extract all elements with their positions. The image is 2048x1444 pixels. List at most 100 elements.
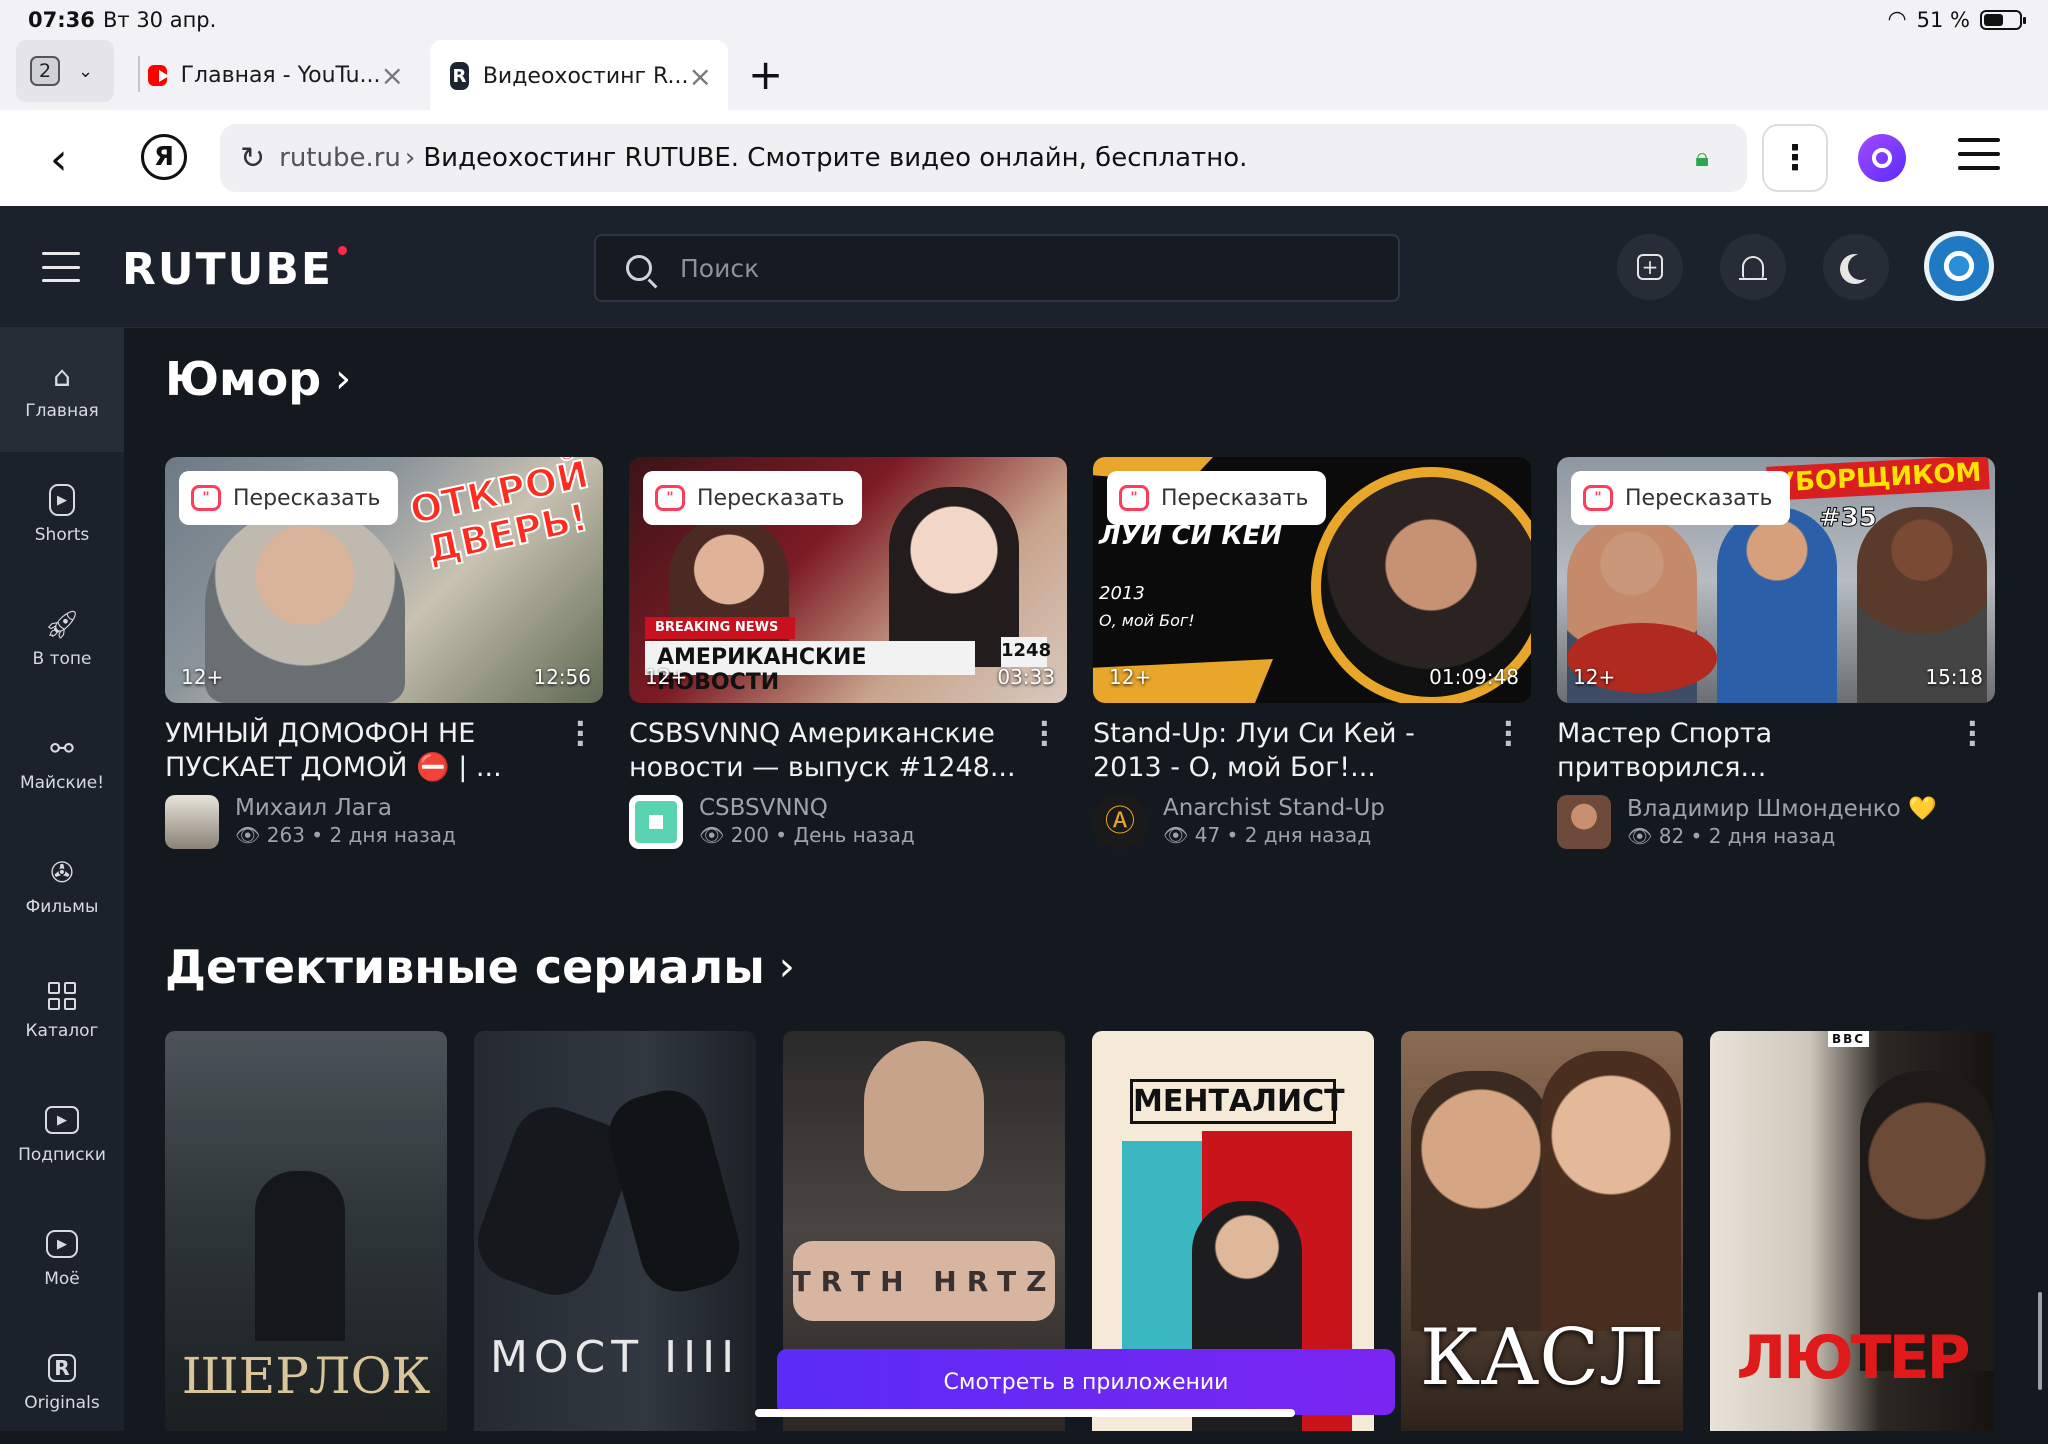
browser-menu-button[interactable]: ⋮ (1762, 124, 1828, 192)
video-thumbnail[interactable]: BREAKING NEWS АМЕРИКАНСКИЕ НОВОСТИ 1248 … (629, 457, 1067, 703)
retell-button[interactable]: " Пересказать (1571, 471, 1791, 525)
channel-avatar[interactable]: Ⓐ (1093, 795, 1147, 849)
age-rating: 12+ (645, 665, 688, 689)
retell-label: Пересказать (233, 485, 381, 511)
search-input[interactable] (680, 253, 1360, 283)
notifications-button[interactable] (1720, 234, 1786, 300)
section-title-humor[interactable]: Юмор › (165, 352, 351, 406)
search-box[interactable] (594, 234, 1400, 302)
channel-name[interactable]: Михаил Лага (235, 795, 456, 821)
tab-youtube[interactable]: Главная - YouTu... × (148, 40, 420, 110)
sidebar-item-label: Фильмы (25, 897, 99, 917)
reload-icon[interactable]: ↻ (240, 141, 265, 176)
sidebar-item-may-holidays[interactable]: ⚯ Майские! (0, 700, 124, 824)
sidebar-item-label: Моё (44, 1269, 80, 1289)
tab-switcher-button[interactable]: 2 ⌄ (16, 40, 114, 102)
channel-name[interactable]: Владимир Шмонденко 💛 (1627, 795, 1937, 822)
retell-button[interactable]: " Пересказать (1107, 471, 1327, 525)
shorts-icon: ▶ (45, 483, 79, 517)
user-avatar[interactable] (1924, 231, 1994, 301)
url-field[interactable]: ↻ rutube.ru › Видеохостинг RUTUBE. Смотр… (220, 124, 1747, 192)
sidebar-item-my[interactable]: ▶ Моё (0, 1196, 124, 1320)
poster-title: TRTH HRTZ (791, 1265, 1057, 1298)
lock-icon[interactable]: 🔒︎ (1695, 143, 1709, 174)
video-card[interactable]: ОТКРОЙ ДВЕРЬ! " Пересказать 12+ 12:56 УМН… (165, 457, 603, 849)
video-card[interactable]: УБОРЩИКОМ #35 " Пересказать 12+ 15:18 Мас… (1557, 457, 1995, 849)
quote-bubble-icon: " (191, 485, 221, 511)
upload-date: 2 дня назад (329, 823, 456, 847)
view-count: 200 (730, 823, 769, 847)
video-duration: 01:09:48 (1429, 665, 1519, 689)
poster-title: КАСЛ (1419, 1313, 1665, 1403)
channel-avatar[interactable] (1557, 795, 1611, 849)
sidebar-item-home[interactable]: ⌂ Главная (0, 328, 124, 452)
video-title[interactable]: CSBSVNNQ Американские новости — выпуск #… (629, 717, 1019, 785)
open-in-app-button[interactable]: Смотреть в приложении (777, 1349, 1395, 1415)
alice-assistant-button[interactable] (1858, 134, 1906, 182)
more-options-icon[interactable]: · · · (1503, 710, 1514, 758)
video-thumbnail[interactable]: УБОРЩИКОМ #35 " Пересказать 12+ 15:18 (1557, 457, 1995, 703)
video-card[interactable]: ЛУИ СИ КЕЙ 2013 О, мой Бог! " Пересказать… (1093, 457, 1531, 849)
video-thumbnail[interactable]: ОТКРОЙ ДВЕРЬ! " Пересказать 12+ 12:56 (165, 457, 603, 703)
upload-button[interactable]: + (1617, 234, 1683, 300)
new-tab-button[interactable]: + (748, 50, 783, 99)
yandex-button[interactable]: Я (141, 134, 187, 180)
sidebar-item-originals[interactable]: R Originals (0, 1320, 124, 1444)
chevron-down-icon: ⌄ (78, 60, 94, 82)
section-title-detective[interactable]: Детективные сериалы › (165, 940, 795, 994)
series-poster[interactable]: ШЕРЛОК (165, 1031, 447, 1431)
eye-icon: 👁︎ (1163, 823, 1189, 847)
poster-title: МОСТ IIII (489, 1332, 741, 1383)
video-title[interactable]: УМНЫЙ ДОМОФОН НЕ ПУСКАЕТ ДОМОЙ ⛔ | ... (165, 717, 555, 785)
channel-avatar[interactable] (165, 795, 219, 849)
upload-date: 2 дня назад (1708, 824, 1836, 848)
browser-hamburger-button[interactable] (1958, 138, 2000, 170)
page-scrollbar[interactable] (2038, 1292, 2042, 1390)
sidebar-item-movies[interactable]: ✇ Фильмы (0, 824, 124, 948)
video-card[interactable]: BREAKING NEWS АМЕРИКАНСКИЕ НОВОСТИ 1248 … (629, 457, 1067, 849)
series-poster[interactable]: КАСЛ (1401, 1031, 1683, 1431)
close-tab-icon[interactable]: × (381, 59, 404, 92)
chevron-right-icon: › (778, 944, 795, 990)
channel-avatar[interactable] (629, 795, 683, 849)
more-options-icon[interactable]: · · · (1039, 710, 1050, 758)
close-tab-icon[interactable]: × (689, 60, 712, 93)
sidebar-item-subscriptions[interactable]: ▶ Подписки (0, 1072, 124, 1196)
sidebar-item-top[interactable]: 🚀︎ В топе (0, 576, 124, 700)
channel-name[interactable]: CSBSVNNQ (699, 795, 915, 821)
poster-title: ЛЮТЕР (1736, 1323, 1970, 1393)
tab-count: 2 (30, 56, 60, 86)
back-button[interactable]: ‹ (50, 134, 68, 185)
video-title[interactable]: Мастер Спорта притворился... (1557, 717, 1947, 785)
thumbnail-caption: АМЕРИКАНСКИЕ НОВОСТИ (645, 641, 975, 695)
tab-divider (138, 56, 140, 92)
series-poster[interactable]: BBC ЛЮТЕР (1710, 1031, 1994, 1431)
view-count: 47 (1194, 823, 1221, 847)
sidebar-item-shorts[interactable]: ▶ Shorts (0, 452, 124, 576)
theme-toggle-button[interactable] (1823, 234, 1889, 300)
bbc-badge: BBC (1828, 1031, 1870, 1047)
url-domain: rutube.ru (279, 143, 401, 173)
thumbnail-episode: #35 (1819, 503, 1878, 534)
retell-button[interactable]: " Пересказать (179, 471, 399, 525)
view-count: 82 (1658, 824, 1685, 848)
channel-name[interactable]: Anarchist Stand-Up (1163, 795, 1385, 821)
more-options-icon[interactable]: · · · (1967, 710, 1978, 758)
bell-icon (1739, 256, 1767, 280)
series-poster[interactable]: МОСТ IIII (474, 1031, 756, 1431)
sidebar-item-label: Shorts (34, 525, 90, 545)
grid-icon (45, 979, 79, 1013)
home-icon: ⌂ (53, 359, 71, 393)
site-menu-button[interactable] (42, 252, 80, 282)
originals-icon: R (45, 1351, 79, 1385)
sidebar-item-catalog[interactable]: Каталог (0, 948, 124, 1072)
home-indicator[interactable] (755, 1409, 1295, 1417)
tab-rutube[interactable]: R Видеохостинг R... × (430, 40, 728, 112)
more-options-icon[interactable]: · · · (575, 710, 586, 758)
site-logo[interactable]: RUTUBE (122, 244, 347, 295)
battery-icon (1980, 9, 2026, 30)
video-thumbnail[interactable]: ЛУИ СИ КЕЙ 2013 О, мой Бог! " Пересказать… (1093, 457, 1531, 703)
video-title[interactable]: Stand-Up: Луи Си Кей - 2013 - О, мой Бог… (1093, 717, 1483, 785)
retell-button[interactable]: " Пересказать (643, 471, 863, 525)
browser-tab-strip: 2 ⌄ Главная - YouTu... × R Видеохостинг … (0, 40, 2048, 112)
